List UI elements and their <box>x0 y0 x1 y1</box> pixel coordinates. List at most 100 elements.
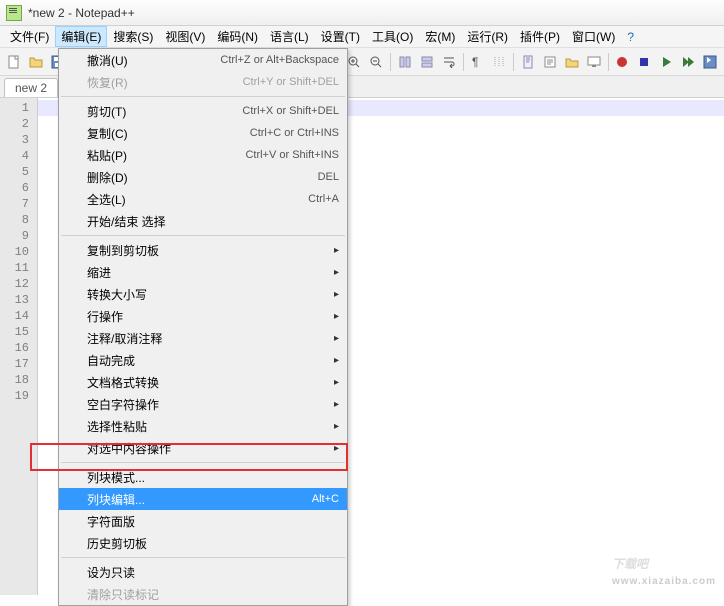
menu-edit[interactable]: 编辑(E) <box>55 26 107 47</box>
menu-separator <box>61 235 345 236</box>
submenu-arrow-icon: ▸ <box>334 421 339 432</box>
folder-workspace-icon[interactable] <box>562 51 582 73</box>
wrap-icon[interactable] <box>439 51 459 73</box>
menu-copy-to-clipboard[interactable]: 复制到剪切板▸ <box>59 239 347 261</box>
line-number: 8 <box>0 212 37 228</box>
menu-delete[interactable]: 删除(D)DEL <box>59 166 347 188</box>
menu-paste[interactable]: 粘贴(P)Ctrl+V or Shift+INS <box>59 144 347 166</box>
line-number: 3 <box>0 132 37 148</box>
menu-begin-end-select[interactable]: 开始/结束 选择 <box>59 210 347 232</box>
menu-set-readonly[interactable]: 设为只读 <box>59 561 347 583</box>
open-file-icon[interactable] <box>26 51 46 73</box>
menu-undo[interactable]: 撤消(U)Ctrl+Z or Alt+Backspace <box>59 49 347 71</box>
svg-text:¶: ¶ <box>472 55 478 69</box>
play-macro-icon[interactable] <box>656 51 676 73</box>
menu-column-editor[interactable]: 列块编辑...Alt+C <box>59 488 347 510</box>
toolbar-separator <box>608 53 609 71</box>
menu-separator <box>61 557 345 558</box>
func-list-icon[interactable] <box>540 51 560 73</box>
tab-label: new 2 <box>15 81 47 95</box>
line-number: 16 <box>0 340 37 356</box>
menu-eol-conversion[interactable]: 文档格式转换▸ <box>59 371 347 393</box>
line-gutter: 12345678910111213141516171819 <box>0 98 38 595</box>
monitor-icon[interactable] <box>584 51 604 73</box>
line-number: 7 <box>0 196 37 212</box>
menubar: 文件(F) 编辑(E) 搜索(S) 视图(V) 编码(N) 语言(L) 设置(T… <box>0 26 724 48</box>
menu-clear-readonly[interactable]: 清除只读标记 <box>59 583 347 605</box>
stop-macro-icon[interactable] <box>634 51 654 73</box>
line-number: 6 <box>0 180 37 196</box>
watermark: 下载吧 www.xiazaiba.com <box>612 539 716 587</box>
titlebar: *new 2 - Notepad++ <box>0 0 724 26</box>
line-number: 18 <box>0 372 37 388</box>
edit-dropdown: 撤消(U)Ctrl+Z or Alt+Backspace 恢复(R)Ctrl+Y… <box>58 48 348 606</box>
menu-view[interactable]: 视图(V) <box>159 26 211 47</box>
new-file-icon[interactable] <box>4 51 24 73</box>
save-macro-icon[interactable] <box>700 51 720 73</box>
line-number: 15 <box>0 324 37 340</box>
menu-indent[interactable]: 缩进▸ <box>59 261 347 283</box>
menu-copy[interactable]: 复制(C)Ctrl+C or Ctrl+INS <box>59 122 347 144</box>
line-number: 11 <box>0 260 37 276</box>
submenu-arrow-icon: ▸ <box>334 355 339 366</box>
sync-h-icon[interactable] <box>417 51 437 73</box>
menu-tools[interactable]: 工具(O) <box>366 26 419 47</box>
menu-separator <box>61 462 345 463</box>
menu-window[interactable]: 窗口(W) <box>566 26 621 47</box>
show-all-chars-icon[interactable]: ¶ <box>468 51 488 73</box>
menu-macro[interactable]: 宏(M) <box>419 26 461 47</box>
indent-guide-icon[interactable] <box>489 51 509 73</box>
menu-redo[interactable]: 恢复(R)Ctrl+Y or Shift+DEL <box>59 71 347 93</box>
line-number: 5 <box>0 164 37 180</box>
menu-comment[interactable]: 注释/取消注释▸ <box>59 327 347 349</box>
menu-file[interactable]: 文件(F) <box>4 26 55 47</box>
line-number: 4 <box>0 148 37 164</box>
menu-select-all[interactable]: 全选(L)Ctrl+A <box>59 188 347 210</box>
sync-v-icon[interactable] <box>395 51 415 73</box>
line-number: 14 <box>0 308 37 324</box>
menu-help[interactable]: ? <box>621 28 640 46</box>
submenu-arrow-icon: ▸ <box>334 377 339 388</box>
line-number: 2 <box>0 116 37 132</box>
zoom-out-icon[interactable] <box>366 51 386 73</box>
line-number: 1 <box>0 100 37 116</box>
submenu-arrow-icon: ▸ <box>334 267 339 278</box>
menu-search[interactable]: 搜索(S) <box>107 26 159 47</box>
window-title: *new 2 - Notepad++ <box>28 6 135 20</box>
menu-cut[interactable]: 剪切(T)Ctrl+X or Shift+DEL <box>59 100 347 122</box>
record-macro-icon[interactable] <box>613 51 633 73</box>
line-number: 17 <box>0 356 37 372</box>
menu-separator <box>61 96 345 97</box>
play-multi-icon[interactable] <box>678 51 698 73</box>
file-tab[interactable]: new 2 <box>4 78 58 97</box>
menu-plugins[interactable]: 插件(P) <box>514 26 566 47</box>
watermark-url: www.xiazaiba.com <box>612 576 716 587</box>
line-number: 19 <box>0 388 37 404</box>
submenu-arrow-icon: ▸ <box>334 333 339 344</box>
watermark-text: 下载吧 <box>612 557 648 571</box>
submenu-arrow-icon: ▸ <box>334 443 339 454</box>
menu-line-ops[interactable]: 行操作▸ <box>59 305 347 327</box>
toolbar-separator <box>513 53 514 71</box>
line-number: 10 <box>0 244 37 260</box>
doc-map-icon[interactable] <box>518 51 538 73</box>
menu-blank-ops[interactable]: 空白字符操作▸ <box>59 393 347 415</box>
menu-settings[interactable]: 设置(T) <box>315 26 366 47</box>
menu-encoding[interactable]: 编码(N) <box>211 26 264 47</box>
app-icon <box>6 5 22 21</box>
line-number: 13 <box>0 292 37 308</box>
toolbar-separator <box>390 53 391 71</box>
menu-clip-history[interactable]: 历史剪切板 <box>59 532 347 554</box>
submenu-arrow-icon: ▸ <box>334 289 339 300</box>
menu-column-mode[interactable]: 列块模式... <box>59 466 347 488</box>
menu-char-panel[interactable]: 字符面版 <box>59 510 347 532</box>
menu-auto-complete[interactable]: 自动完成▸ <box>59 349 347 371</box>
toolbar-separator <box>463 53 464 71</box>
line-number: 9 <box>0 228 37 244</box>
menu-language[interactable]: 语言(L) <box>264 26 315 47</box>
menu-paste-special[interactable]: 选择性粘贴▸ <box>59 415 347 437</box>
menu-on-selection[interactable]: 对选中内容操作▸ <box>59 437 347 459</box>
submenu-arrow-icon: ▸ <box>334 399 339 410</box>
menu-convert-case[interactable]: 转换大小写▸ <box>59 283 347 305</box>
menu-run[interactable]: 运行(R) <box>461 26 514 47</box>
